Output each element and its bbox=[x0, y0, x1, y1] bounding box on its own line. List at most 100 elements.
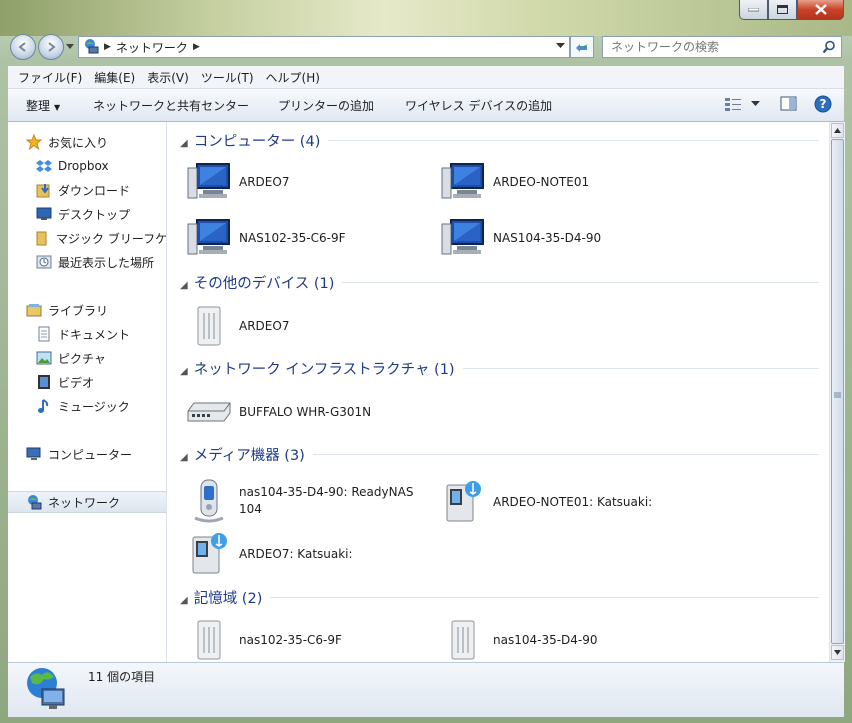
maximize-button[interactable] bbox=[768, 0, 797, 20]
item-media-ardeo-note01[interactable]: ARDEO-NOTE01: Katsuaki: bbox=[439, 478, 689, 526]
nav-videos[interactable]: ビデオ bbox=[36, 371, 166, 393]
add-wireless-device-label: ワイヤレス デバイスの追加 bbox=[405, 99, 553, 113]
breadcrumb-chevron-icon[interactable]: ▶ bbox=[193, 42, 200, 52]
maximize-icon bbox=[777, 5, 788, 14]
menu-bar: ファイル(F) 編集(E) 表示(V) ツール(T) ヘルプ(H) bbox=[8, 66, 844, 89]
nav-libraries[interactable]: ライブラリ bbox=[26, 299, 166, 321]
item-computer-ardeo-note01[interactable]: ARDEO-NOTE01 bbox=[439, 158, 689, 206]
caption-buttons bbox=[739, 0, 844, 20]
collapse-triangle-icon[interactable]: ◢ bbox=[180, 138, 188, 149]
network-sharing-center-button[interactable]: ネットワークと共有センター bbox=[93, 97, 249, 114]
nav-dropbox-label: Dropbox bbox=[58, 159, 109, 173]
media-server-icon bbox=[439, 478, 487, 526]
item-storage-nas102[interactable]: nas102-35-C6-9F bbox=[185, 616, 435, 662]
menu-file[interactable]: ファイル(F) bbox=[18, 69, 82, 86]
group-title: ネットワーク インフラストラクチャ (1) bbox=[193, 361, 455, 378]
menu-view[interactable]: 表示(V) bbox=[147, 69, 189, 86]
nav-magic-briefcase[interactable]: マジック ブリーフケ bbox=[36, 227, 166, 249]
item-label: NAS102-35-C6-9F bbox=[239, 230, 346, 245]
nav-dropbox[interactable]: Dropbox bbox=[36, 155, 166, 177]
item-label: BUFFALO WHR-G301N bbox=[239, 404, 372, 419]
items-view: ◢ コンピューター (4) ARDEO7 ARDEO-NOTE01 NAS102-… bbox=[167, 122, 829, 662]
group-divider bbox=[342, 281, 819, 283]
menu-tools[interactable]: ツール(T) bbox=[201, 69, 254, 86]
organize-button[interactable]: 整理 ▼ bbox=[26, 97, 60, 114]
nav-documents[interactable]: ドキュメント bbox=[36, 323, 166, 345]
item-computer-ardeo7[interactable]: ARDEO7 bbox=[185, 158, 435, 206]
nav-favorites-label: お気に入り bbox=[48, 135, 109, 150]
breadcrumb-network[interactable]: ネットワーク bbox=[116, 39, 188, 56]
item-label: ARDEO7: Katsuaki: bbox=[239, 546, 353, 561]
navigation-bar: ▶ ネットワーク ▶ bbox=[0, 34, 852, 60]
menu-help[interactable]: ヘルプ(H) bbox=[266, 69, 320, 86]
collapse-triangle-icon[interactable]: ◢ bbox=[180, 452, 188, 463]
media-phone-icon bbox=[185, 477, 233, 525]
refresh-button[interactable] bbox=[570, 36, 594, 58]
item-storage-nas104[interactable]: nas104-35-D4-90 bbox=[439, 616, 689, 662]
address-bar[interactable]: ▶ ネットワーク ▶ bbox=[78, 36, 570, 58]
computer-icon bbox=[439, 158, 487, 206]
close-button[interactable] bbox=[797, 0, 844, 20]
group-header-infrastructure[interactable]: ◢ ネットワーク インフラストラクチャ (1) bbox=[167, 358, 829, 378]
recent-pages-dropdown[interactable] bbox=[66, 43, 74, 51]
nav-favorites[interactable]: お気に入り bbox=[26, 131, 166, 153]
nav-downloads-label: ダウンロード bbox=[58, 183, 131, 198]
group-header-computers[interactable]: ◢ コンピューター (4) bbox=[167, 130, 829, 150]
menu-edit[interactable]: 編集(E) bbox=[94, 69, 135, 86]
nas-icon bbox=[185, 616, 233, 662]
item-label: nas104-35-D4-90: ReadyNAS 104 bbox=[239, 485, 414, 516]
scroll-thumb[interactable] bbox=[831, 139, 844, 644]
group-header-storage[interactable]: ◢ 記憶域 (2) bbox=[167, 587, 829, 607]
help-icon[interactable]: ? bbox=[814, 95, 832, 113]
nav-computer[interactable]: コンピューター bbox=[26, 443, 166, 465]
music-icon bbox=[36, 398, 52, 414]
back-button[interactable] bbox=[10, 34, 36, 60]
explorer-window: ▶ ネットワーク ▶ ファイル(F) 編集(E) 表示(V) ツール(T) ヘル… bbox=[0, 0, 852, 723]
item-router-buffalo[interactable]: BUFFALO WHR-G301N bbox=[185, 388, 435, 436]
preview-pane-icon[interactable] bbox=[780, 96, 798, 112]
forward-button[interactable] bbox=[38, 34, 64, 60]
add-printer-button[interactable]: プリンターの追加 bbox=[278, 97, 374, 114]
address-dropdown-icon[interactable] bbox=[556, 43, 565, 49]
item-device-ardeo7[interactable]: ARDEO7 bbox=[185, 302, 435, 350]
recent-places-icon bbox=[36, 254, 52, 270]
collapse-triangle-icon[interactable]: ◢ bbox=[180, 595, 188, 606]
title-bar bbox=[0, 0, 852, 36]
add-wireless-device-button[interactable]: ワイヤレス デバイスの追加 bbox=[405, 97, 552, 114]
content-area: お気に入り Dropbox ダウンロード デスクトップ マジック ブリーフケ 最… bbox=[8, 122, 845, 662]
breadcrumb-separator-icon[interactable]: ▶ bbox=[104, 42, 111, 52]
refresh-icon bbox=[576, 44, 588, 52]
search-input[interactable] bbox=[609, 39, 813, 55]
item-media-ardeo7[interactable]: ARDEO7: Katsuaki: bbox=[185, 530, 435, 578]
group-header-other-devices[interactable]: ◢ その他のデバイス (1) bbox=[167, 272, 829, 292]
search-icon[interactable] bbox=[822, 40, 836, 54]
view-dropdown-icon[interactable] bbox=[751, 101, 760, 107]
forward-arrow-icon bbox=[48, 42, 56, 52]
nav-videos-label: ビデオ bbox=[58, 375, 95, 390]
item-computer-nas104[interactable]: NAS104-35-D4-90 bbox=[439, 214, 689, 262]
nav-downloads[interactable]: ダウンロード bbox=[36, 179, 166, 201]
nav-recent-places[interactable]: 最近表示した場所 bbox=[36, 251, 166, 273]
scroll-down-button[interactable] bbox=[831, 645, 844, 660]
network-sharing-center-label: ネットワークと共有センター bbox=[93, 99, 250, 113]
command-bar: 整理 ▼ ネットワークと共有センター プリンターの追加 ワイヤレス デバイスの追加… bbox=[8, 89, 844, 122]
group-header-media[interactable]: ◢ メディア機器 (3) bbox=[167, 444, 829, 464]
minimize-button[interactable] bbox=[739, 0, 768, 20]
grip-icon bbox=[834, 392, 841, 398]
group-title: メディア機器 (3) bbox=[193, 447, 305, 464]
group-title: コンピューター (4) bbox=[193, 133, 321, 150]
nav-pictures[interactable]: ピクチャ bbox=[36, 347, 166, 369]
item-media-nas104[interactable]: nas104-35-D4-90: ReadyNAS 104 bbox=[185, 476, 435, 526]
back-arrow-icon bbox=[18, 42, 26, 52]
vertical-scrollbar[interactable] bbox=[829, 122, 845, 662]
collapse-triangle-icon[interactable]: ◢ bbox=[180, 366, 188, 377]
scroll-up-button[interactable] bbox=[831, 123, 844, 138]
nav-desktop[interactable]: デスクトップ bbox=[36, 203, 166, 225]
search-box[interactable] bbox=[602, 36, 842, 58]
item-label: nas102-35-C6-9F bbox=[239, 632, 342, 647]
collapse-triangle-icon[interactable]: ◢ bbox=[180, 280, 188, 291]
nav-network[interactable]: ネットワーク bbox=[8, 491, 166, 513]
change-view-icon[interactable] bbox=[725, 97, 743, 111]
item-computer-nas102[interactable]: NAS102-35-C6-9F bbox=[185, 214, 435, 262]
nav-music[interactable]: ミュージック bbox=[36, 395, 166, 417]
